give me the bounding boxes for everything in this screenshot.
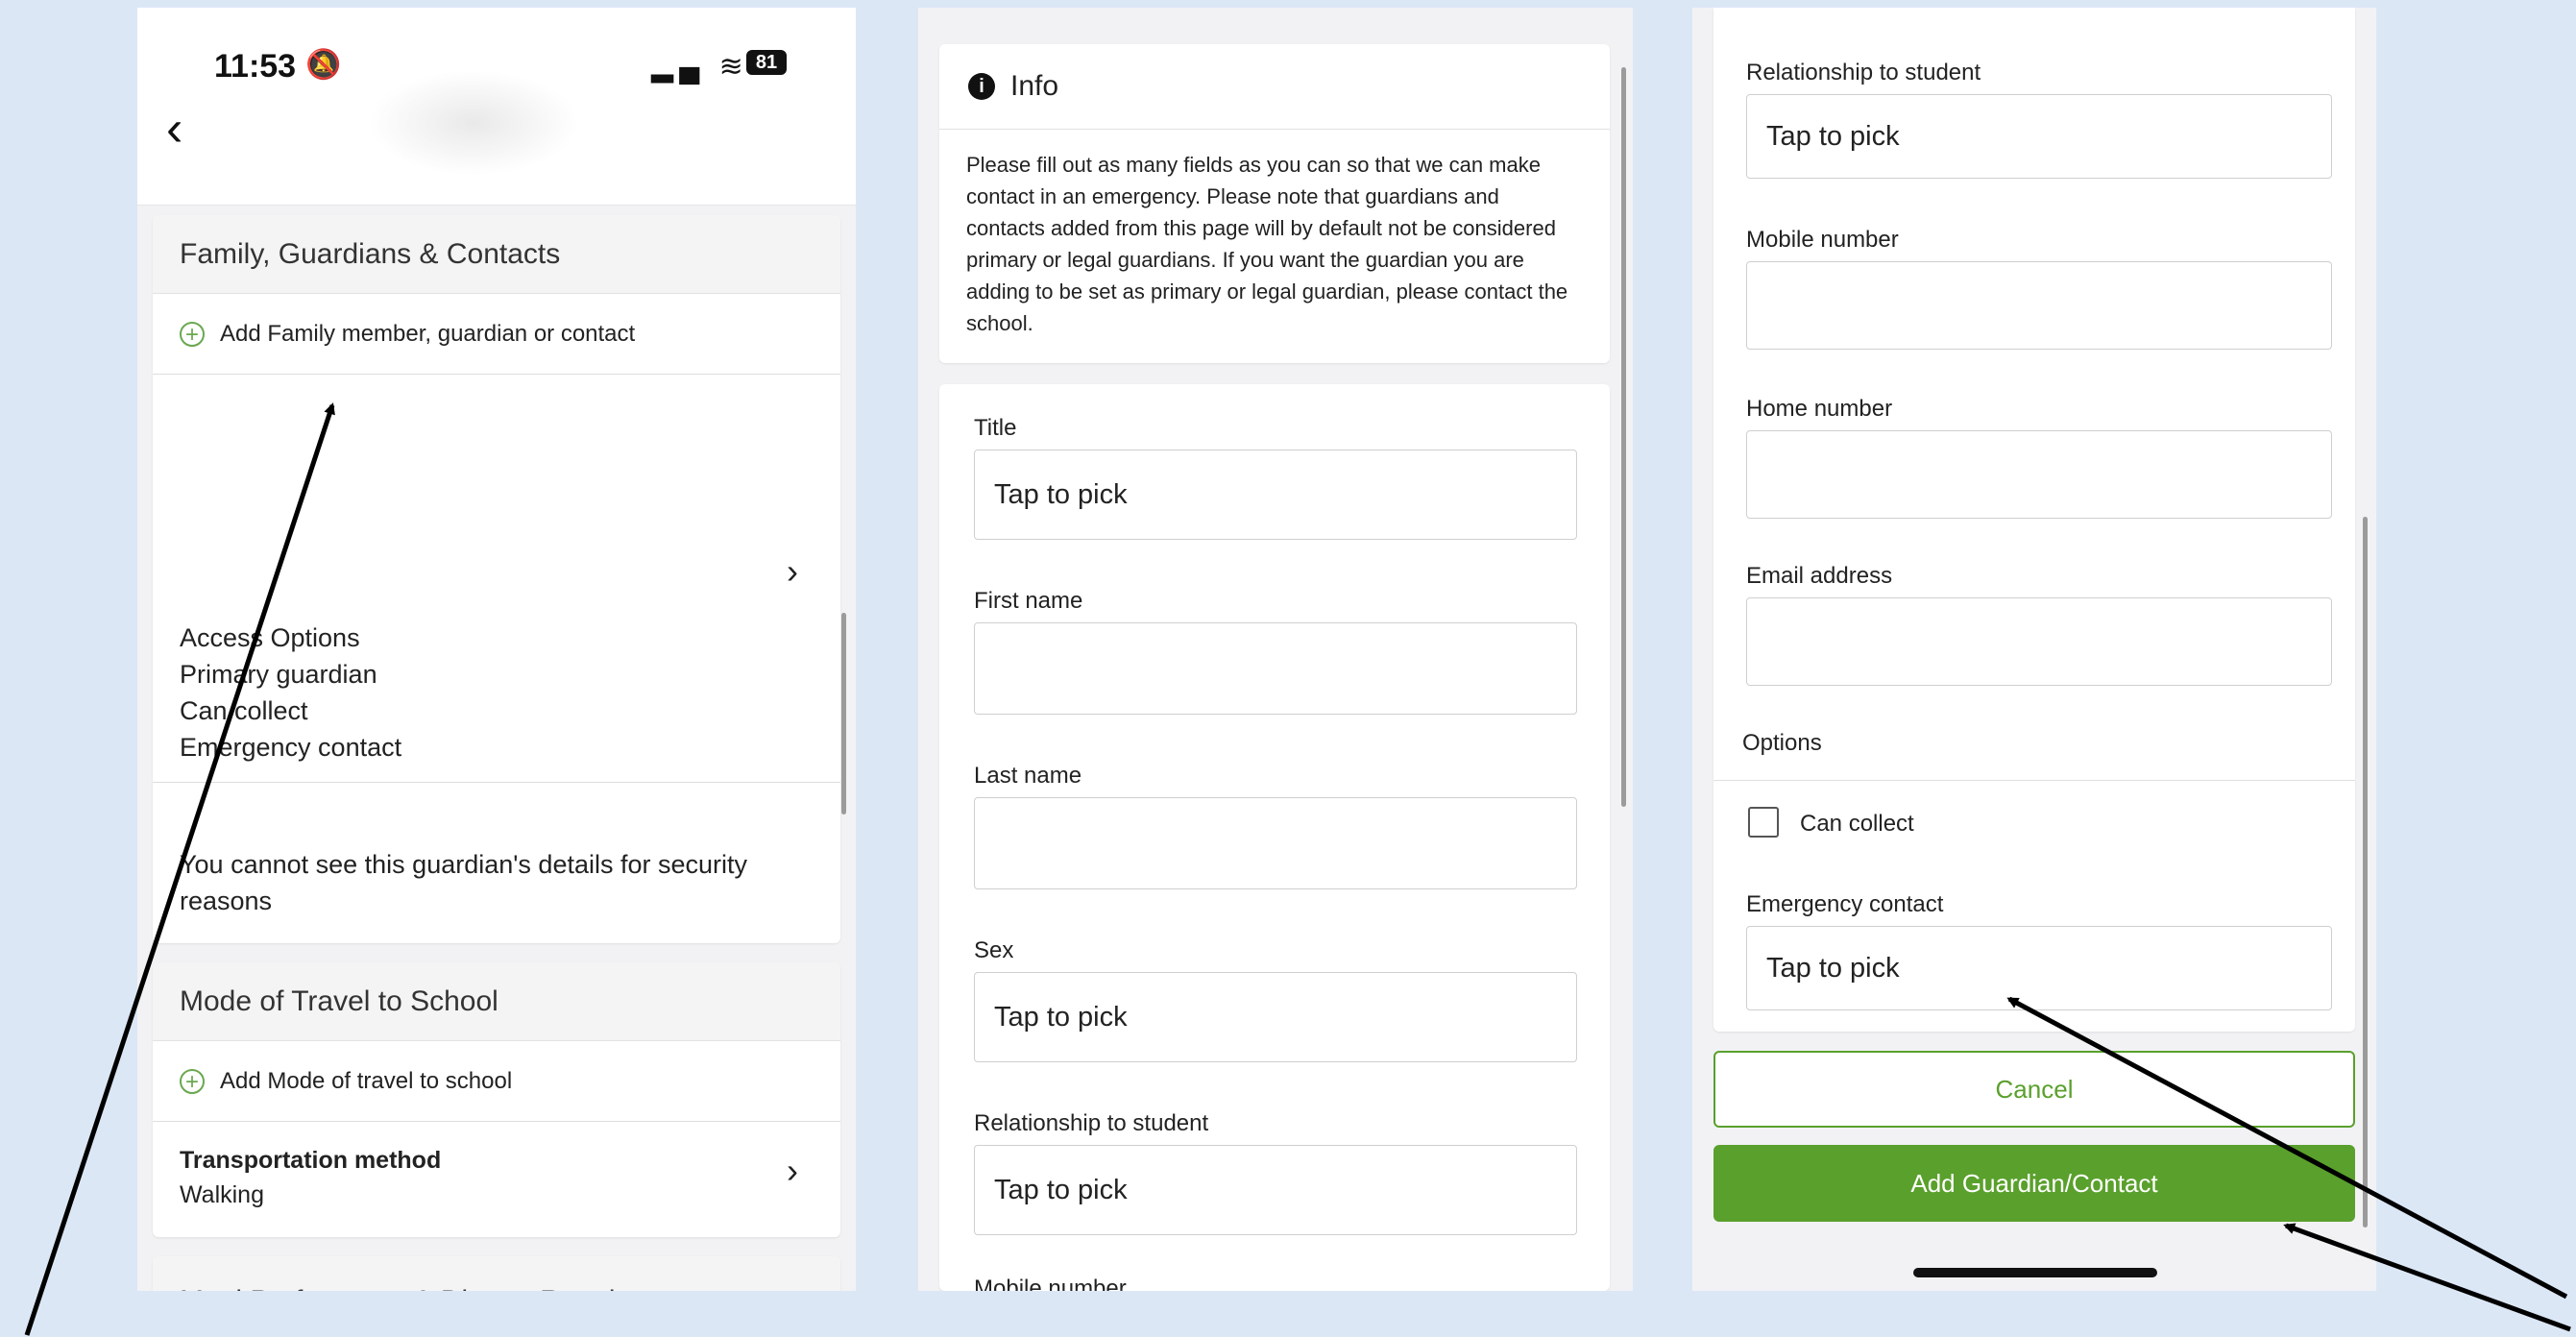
annotation-arrows (24, 402, 2571, 1336)
arrow-to-add-family-member (24, 402, 335, 1336)
arrow-to-emergency-contact (2006, 996, 2568, 1300)
